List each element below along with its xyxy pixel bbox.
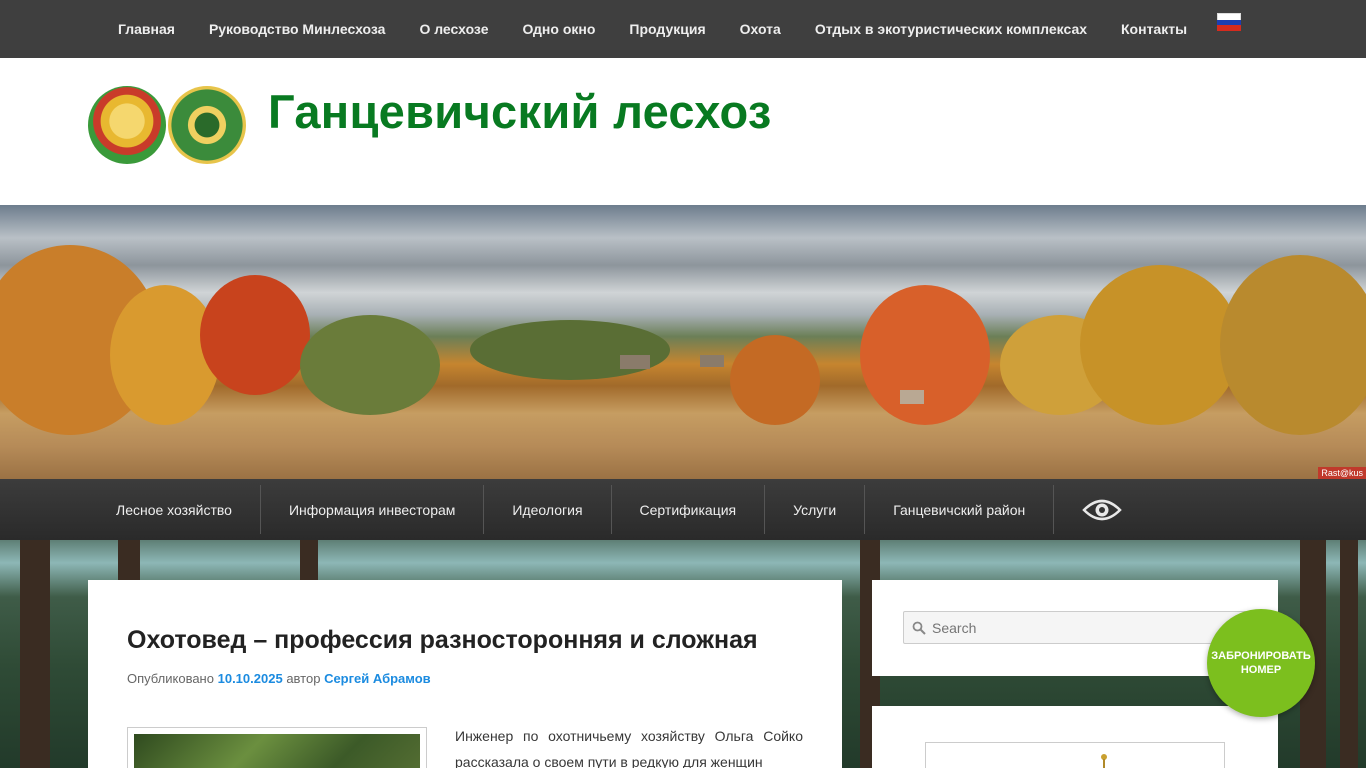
top-nav-item-contacts[interactable]: Контакты	[1104, 0, 1204, 58]
sidebar-widget	[872, 706, 1278, 768]
top-nav-list: Главная Руководство Минлесхоза О лесхозе…	[101, 0, 1258, 58]
ornament-icon	[1101, 754, 1107, 768]
language-switch[interactable]	[1204, 0, 1258, 58]
russian-flag-icon[interactable]	[1217, 13, 1242, 32]
sub-nav-item-district[interactable]: Ганцевичский район	[865, 485, 1055, 534]
meta-published-label: Опубликовано	[127, 671, 214, 686]
search-icon	[912, 621, 926, 635]
top-nav-item-one-window[interactable]: Одно окно	[506, 0, 613, 58]
post-article: Охотовед – профессия разносторонняя и сл…	[88, 580, 842, 768]
secondary-navigation: Лесное хозяйство Информация инвесторам И…	[0, 479, 1366, 540]
search-field[interactable]	[903, 611, 1247, 644]
top-nav-item-about[interactable]: О лесхозе	[402, 0, 505, 58]
top-navigation: Главная Руководство Минлесхоза О лесхозе…	[0, 0, 1366, 58]
top-nav-item-leadership[interactable]: Руководство Минлесхоза	[192, 0, 403, 58]
sub-nav-item-services[interactable]: Услуги	[765, 485, 866, 534]
post-excerpt: Инженер по охотничьему хозяйству Ольга С…	[455, 728, 803, 768]
sidebar-widget-frame	[925, 742, 1225, 768]
sub-nav-item-certification[interactable]: Сертификация	[612, 485, 766, 534]
top-nav-item-home[interactable]: Главная	[101, 0, 192, 58]
header-banner-image: Rast@kus	[0, 205, 1366, 479]
post-author-link[interactable]: Сергей Абрамов	[324, 671, 431, 686]
book-room-button[interactable]: ЗАБРОНИРОВАТЬ НОМЕР	[1207, 609, 1315, 717]
accessibility-toggle[interactable]	[1054, 485, 1150, 534]
secondary-nav-list: Лесное хозяйство Информация инвесторам И…	[88, 479, 1150, 540]
site-header: Ганцевичский лесхоз	[0, 58, 1366, 205]
top-nav-item-hunting[interactable]: Охота	[723, 0, 798, 58]
eye-icon[interactable]	[1082, 496, 1123, 524]
banner-credit: Rast@kus	[1318, 467, 1366, 479]
post-date-link[interactable]: 10.10.2025	[218, 671, 283, 686]
belarus-coat-of-arms-icon	[88, 86, 166, 164]
post-thumbnail[interactable]	[127, 727, 427, 768]
forestry-emblem-icon	[168, 86, 246, 164]
post-title[interactable]: Охотовед – профессия разносторонняя и сл…	[127, 626, 758, 655]
sub-nav-item-ideology[interactable]: Идеология	[484, 485, 612, 534]
sub-nav-item-forestry[interactable]: Лесное хозяйство	[88, 485, 261, 534]
site-title[interactable]: Ганцевичский лесхоз	[268, 84, 772, 139]
meta-author-label: автор	[286, 671, 321, 686]
search-input[interactable]	[932, 619, 1232, 636]
thumbnail-image	[134, 734, 420, 768]
top-nav-item-eco-tourism[interactable]: Отдых в экотуристических комплексах	[798, 0, 1104, 58]
sub-nav-item-investors[interactable]: Информация инвесторам	[261, 485, 485, 534]
top-nav-item-products[interactable]: Продукция	[612, 0, 722, 58]
post-meta: Опубликовано 10.10.2025 автор Сергей Абр…	[127, 671, 431, 686]
